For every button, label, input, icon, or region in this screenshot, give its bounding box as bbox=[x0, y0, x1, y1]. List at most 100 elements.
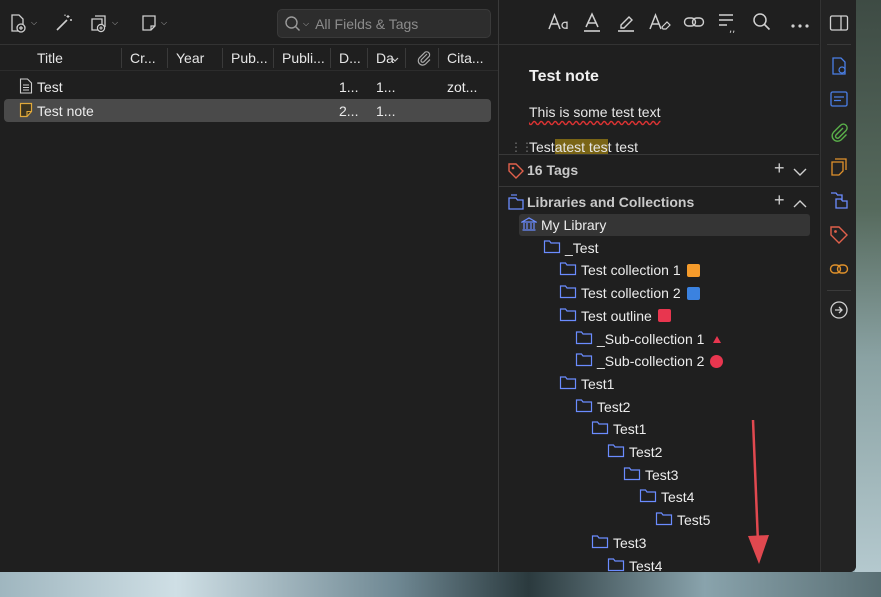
related-section-icon[interactable] bbox=[829, 259, 849, 282]
info-section-icon[interactable] bbox=[829, 56, 849, 79]
note-paragraph: Testatest test test bbox=[529, 139, 638, 155]
text-format-icon[interactable] bbox=[548, 12, 570, 35]
tree-item-label: Test2 bbox=[597, 398, 631, 415]
note-paragraph: This is some test text bbox=[529, 104, 661, 120]
tree-item-label: _Sub-collection 2 bbox=[597, 353, 705, 370]
tree-item-collection[interactable]: Test4 bbox=[607, 555, 662, 572]
text-color-icon[interactable] bbox=[582, 12, 602, 37]
column-title[interactable]: Title bbox=[37, 50, 63, 66]
column-creator[interactable]: Cr... bbox=[130, 50, 156, 66]
table-row[interactable]: Test note 2... 1... bbox=[4, 99, 491, 122]
column-publisher[interactable]: Publi... bbox=[282, 50, 325, 66]
column-year[interactable]: Year bbox=[176, 50, 204, 66]
library-icon bbox=[519, 216, 539, 235]
tree-item-collection[interactable]: Test2 bbox=[575, 396, 630, 418]
tree-item-collection[interactable]: Test3 bbox=[623, 464, 678, 486]
find-icon[interactable] bbox=[752, 12, 772, 35]
attachments-section-icon[interactable] bbox=[829, 123, 849, 146]
chevron-down-icon: ⌵ bbox=[303, 18, 310, 28]
link-icon[interactable] bbox=[683, 12, 705, 35]
add-tag-button[interactable]: + bbox=[774, 158, 785, 179]
magic-wand-icon bbox=[56, 14, 72, 31]
tree-item-label: Test collection 1 bbox=[581, 262, 681, 279]
annotation-arrow-icon bbox=[748, 419, 769, 564]
tree-item-collection[interactable]: Test5 bbox=[655, 509, 710, 531]
column-header: Title Cr... Year Pub... Publi... D... Da… bbox=[0, 45, 498, 71]
highlight-icon[interactable] bbox=[616, 12, 636, 37]
tree-item-label: _Test bbox=[565, 239, 599, 256]
item-date: 1... bbox=[339, 79, 359, 95]
tree-item-collection[interactable]: Test3 bbox=[591, 532, 646, 554]
sidenav-divider bbox=[827, 290, 851, 291]
search-input[interactable]: ⌵ All Fields & Tags bbox=[277, 9, 491, 38]
tree-item-collection[interactable]: Test1 bbox=[591, 418, 646, 440]
folder-icon bbox=[559, 284, 577, 302]
tree-item-collection[interactable]: _Test bbox=[543, 237, 598, 259]
column-separator[interactable] bbox=[330, 48, 331, 68]
tree-item-collection[interactable]: Test outline bbox=[559, 305, 671, 327]
note-icon bbox=[142, 15, 156, 31]
table-row[interactable]: Test 1... 1... zot... bbox=[4, 75, 491, 98]
tree-item-collection[interactable]: Test4 bbox=[639, 486, 694, 508]
tree-item-my-library[interactable]: My Library bbox=[519, 214, 606, 236]
tree-item-collection[interactable]: Test collection 2 bbox=[559, 282, 700, 304]
column-separator[interactable] bbox=[222, 48, 223, 68]
items-pane: ⌵ ⌵ ⌵ ⌵ All Fields & Tags Title Cr... Ye… bbox=[0, 0, 498, 572]
tags-section-header[interactable]: 16 Tags + bbox=[499, 155, 819, 185]
tree-item-collection[interactable]: Test collection 1 bbox=[559, 259, 700, 281]
tags-section-icon[interactable] bbox=[829, 225, 849, 248]
insert-citation-icon[interactable]: ,, bbox=[717, 12, 739, 37]
item-date-added: 1... bbox=[376, 79, 396, 95]
chevron-up-icon[interactable] bbox=[793, 196, 807, 212]
tree-item-label: Test collection 2 bbox=[581, 285, 681, 302]
libraries-collections-section-icon[interactable] bbox=[829, 190, 849, 213]
note-text: t test bbox=[607, 139, 638, 155]
column-separator[interactable] bbox=[121, 48, 122, 68]
collections-section-header[interactable]: Libraries and Collections + bbox=[499, 187, 819, 217]
clear-formatting-icon[interactable] bbox=[649, 12, 671, 35]
abstract-section-icon[interactable] bbox=[829, 90, 849, 111]
search-placeholder: All Fields & Tags bbox=[315, 15, 419, 32]
folder-icon bbox=[559, 375, 577, 393]
tree-item-label: _Sub-collection 1 bbox=[597, 330, 705, 347]
tree-item-collection[interactable]: _Sub-collection 2 bbox=[575, 350, 724, 372]
tree-item-collection[interactable]: Test1 bbox=[559, 373, 614, 395]
tree-item-collection[interactable]: Test2 bbox=[607, 441, 662, 463]
new-note-button[interactable]: ⌵ bbox=[140, 10, 167, 36]
folder-icon bbox=[575, 398, 593, 416]
square-emoji-icon bbox=[657, 309, 671, 323]
square-emoji-icon bbox=[686, 286, 700, 300]
column-date[interactable]: D... bbox=[339, 50, 361, 66]
new-attachment-button[interactable]: ⌵ bbox=[89, 10, 118, 36]
chevron-down-icon: ⌵ bbox=[161, 18, 168, 27]
folder-icon bbox=[575, 352, 593, 370]
tree-item-collection[interactable]: _Sub-collection 1 bbox=[575, 328, 722, 350]
column-separator[interactable] bbox=[405, 48, 406, 68]
notes-section-icon[interactable] bbox=[829, 157, 849, 180]
new-item-button[interactable]: ⌵ bbox=[8, 10, 37, 36]
add-by-identifier-button[interactable] bbox=[54, 10, 74, 36]
folder-icon bbox=[559, 307, 577, 325]
column-publication[interactable]: Pub... bbox=[231, 50, 268, 66]
chevron-down-icon[interactable] bbox=[793, 164, 807, 180]
column-separator[interactable] bbox=[167, 48, 168, 68]
attachment-column-icon[interactable] bbox=[416, 50, 432, 69]
tree-item-label: Test3 bbox=[613, 534, 647, 551]
item-title: Test bbox=[37, 79, 63, 95]
add-to-collection-button[interactable]: + bbox=[774, 190, 785, 211]
note-icon bbox=[19, 102, 33, 121]
new-item-icon bbox=[11, 14, 26, 33]
toggle-pane-icon[interactable] bbox=[829, 14, 849, 35]
column-separator[interactable] bbox=[273, 48, 274, 68]
more-options-icon[interactable] bbox=[791, 16, 809, 32]
folder-icon bbox=[591, 534, 609, 552]
locate-icon[interactable] bbox=[829, 300, 849, 323]
tree-item-label: Test1 bbox=[613, 421, 647, 438]
circle-emoji-icon bbox=[710, 354, 724, 368]
column-separator[interactable] bbox=[438, 48, 439, 68]
column-separator[interactable] bbox=[367, 48, 368, 68]
note-text: Test bbox=[529, 139, 555, 155]
zotero-window: ⌵ ⌵ ⌵ ⌵ All Fields & Tags Title Cr... Ye… bbox=[0, 0, 856, 572]
column-citation[interactable]: Cita... bbox=[447, 50, 484, 66]
item-title: Test note bbox=[37, 103, 94, 119]
